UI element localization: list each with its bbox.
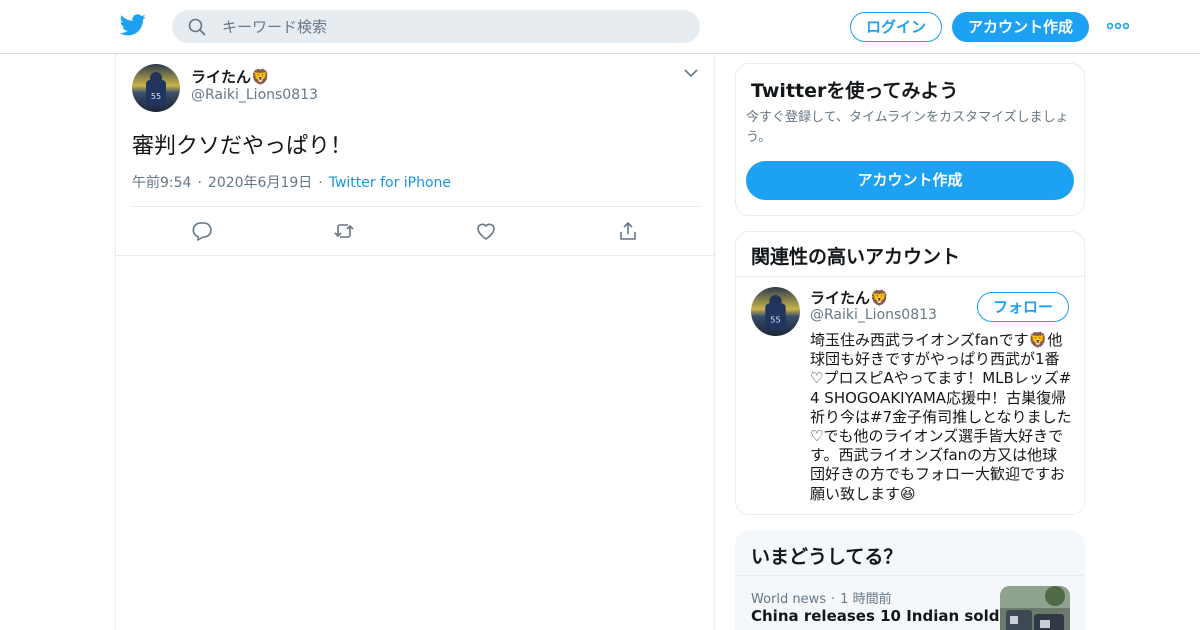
divider xyxy=(132,206,700,207)
tweet-text: 審判クソだやっぱり！ xyxy=(132,134,353,159)
retweet-icon[interactable] xyxy=(333,220,355,242)
chevron-down-icon[interactable] xyxy=(684,69,698,78)
share-icon[interactable] xyxy=(617,220,639,242)
reply-icon[interactable] xyxy=(191,220,213,242)
trends-card-title: いまどうしてる？ xyxy=(751,546,903,568)
tweet-date[interactable]: 2020年6月19日 xyxy=(208,175,312,191)
divider xyxy=(736,575,1084,576)
trend-thumbnail-image xyxy=(1000,586,1070,630)
separator: · xyxy=(318,175,323,191)
related-card-title: 関連性の高いアカウント xyxy=(751,246,961,268)
twitter-bird-icon[interactable] xyxy=(120,14,146,36)
separator: · xyxy=(831,592,836,607)
trend-thumbnail[interactable] xyxy=(1000,586,1070,630)
search-input[interactable] xyxy=(222,10,682,43)
main-column: 55 ライたん🦁 @Raiki_Lions0813 審判クソだやっぱり！ 午前9… xyxy=(115,54,715,630)
follow-button[interactable]: フォロー xyxy=(977,292,1069,322)
separator: · xyxy=(197,175,202,191)
signup-card-title: Twitterを使ってみよう xyxy=(751,80,959,102)
tweet-time[interactable]: 午前9:54 xyxy=(132,175,191,191)
search-box[interactable] xyxy=(172,10,700,43)
top-header: ログイン アカウント作成 xyxy=(0,0,1200,54)
avatar[interactable]: 55 xyxy=(751,287,800,336)
trend-category: World news xyxy=(751,592,827,607)
related-screen-name[interactable]: @Raiki_Lions0813 xyxy=(810,307,937,323)
signup-card-button[interactable]: アカウント作成 xyxy=(746,161,1074,200)
avatar[interactable]: 55 xyxy=(132,64,180,112)
like-icon[interactable] xyxy=(475,220,497,242)
trend-time: 1 時間前 xyxy=(840,592,892,607)
trend-headline[interactable]: China releases 10 Indian soldiers xyxy=(751,607,1031,625)
divider xyxy=(736,276,1084,277)
tweet-screen-name[interactable]: @Raiki_Lions0813 xyxy=(191,87,318,103)
search-icon xyxy=(188,18,206,36)
account-bio: 埼玉住み西武ライオンズfanです🦁他球団も好きですがやっぱり西武が1番♡プロスピ… xyxy=(810,331,1072,503)
related-accounts-card: 関連性の高いアカウント 55 ライたん🦁 @Raiki_Lions0813 フォ… xyxy=(735,231,1085,515)
more-dots-icon[interactable] xyxy=(1107,21,1129,31)
svg-text:55: 55 xyxy=(151,92,161,101)
avatar-image: 55 xyxy=(132,64,180,112)
signup-card-description: 今すぐ登録して、タイムラインをカスタマイズしましょう。 xyxy=(746,110,1069,145)
trends-card: いまどうしてる？ World news · 1 時間前 China releases… xyxy=(735,530,1085,630)
signup-card: Twitterを使ってみよう 今すぐ登録して、タイムラインをカスタマイズしましょ… xyxy=(735,63,1085,216)
trend-meta: World news · 1 時間前 xyxy=(751,588,892,607)
related-display-name[interactable]: ライたん🦁 xyxy=(810,287,889,308)
tweet-display-name[interactable]: ライたん🦁 xyxy=(191,66,270,87)
signup-button[interactable]: アカウント作成 xyxy=(952,12,1089,42)
login-button[interactable]: ログイン xyxy=(850,12,942,42)
tweet-source-link[interactable]: Twitter for iPhone xyxy=(329,175,451,191)
tweet: 55 ライたん🦁 @Raiki_Lions0813 審判クソだやっぱり！ 午前9… xyxy=(116,54,714,256)
tweet-metadata: 午前9:54 · 2020年6月19日 · Twitter for iPhone xyxy=(132,172,451,192)
avatar-image: 55 xyxy=(751,287,800,336)
svg-text:55: 55 xyxy=(770,315,780,325)
